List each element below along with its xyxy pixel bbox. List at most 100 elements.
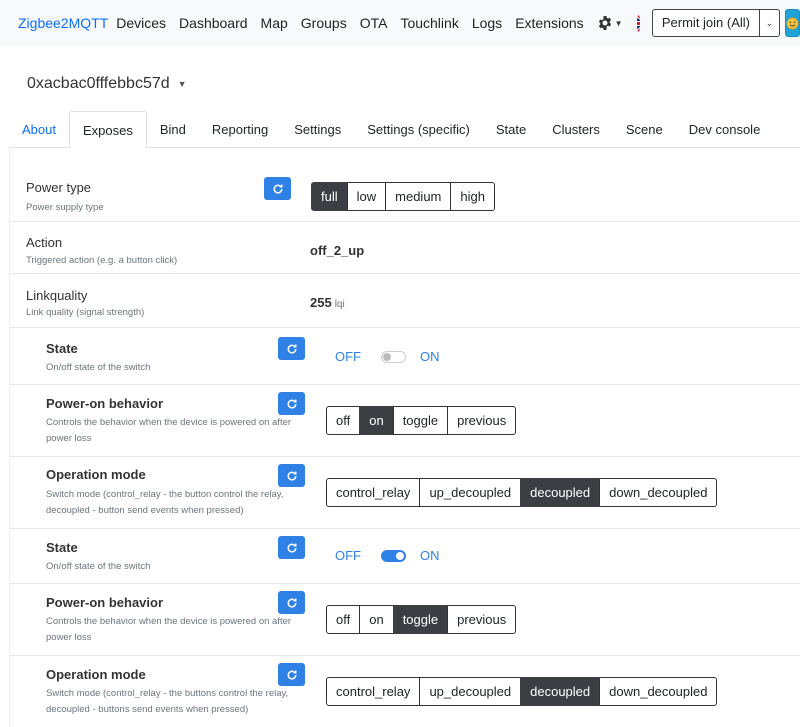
expose-description: Controls the behavior when the device is… [46,616,292,643]
switch-on-label[interactable]: ON [420,548,440,563]
expose-description: Controls the behavior when the device is… [46,417,292,444]
tab-about[interactable]: About [9,111,69,148]
option-previous[interactable]: previous [447,605,517,634]
expose-state-2: State On/off state of the switch OFF ON [10,529,800,584]
option-toggle[interactable]: toggle [392,605,449,634]
refresh-icon [273,184,283,194]
expose-description: On/off state of the switch [46,561,151,572]
option-up-decoupled[interactable]: up_decoupled [419,677,522,706]
refresh-icon [287,344,297,354]
action-value: off_2_up [310,243,365,258]
expose-power-on-1: Power-on behavior Controls the behavior … [10,385,800,457]
option-on[interactable]: on [359,605,394,634]
expose-label: Operation mode [46,467,146,482]
expose-linkquality: Linkquality Link quality (signal strengt… [10,274,800,328]
expose-description: Switch mode (control_relay - the button … [46,489,284,516]
expose-label: Operation mode [46,667,146,682]
expose-operation-1: Operation mode Switch mode (control_rela… [10,457,800,529]
option-off[interactable]: off [326,406,361,435]
device-title: 0xacbac0fffebbc57d [27,75,170,92]
nav-map[interactable]: Map [261,15,288,31]
option-medium[interactable]: medium [385,182,452,211]
switch-off-label[interactable]: OFF [335,548,361,563]
nav-touchlink[interactable]: Touchlink [400,15,458,31]
option-control-relay[interactable]: control_relay [326,478,421,507]
expose-label: Linkquality [26,288,88,303]
expose-power-type: Power type Power supply type full low me… [10,168,800,222]
permit-join-group: Permit join (All) ⌄ [651,9,780,37]
smile-button[interactable] [785,9,800,37]
refresh-button[interactable] [264,177,291,200]
tab-bind[interactable]: Bind [147,111,199,148]
option-control-relay[interactable]: control_relay [326,677,421,706]
expose-state-1: State On/off state of the switch OFF ON [10,328,800,385]
refresh-icon [287,598,297,608]
refresh-button[interactable] [278,392,305,415]
operation-mode-options-2: control_relay up_decoupled decoupled dow… [326,677,718,706]
expose-label: State [46,540,78,555]
option-on[interactable]: on [359,406,394,435]
nav-logs[interactable]: Logs [472,15,502,31]
option-toggle[interactable]: toggle [392,406,449,435]
expose-power-on-2: Power-on behavior Controls the behavior … [10,584,800,656]
option-low[interactable]: low [346,182,387,211]
expose-description: Switch mode (control_relay - the buttons… [46,688,289,715]
tab-reporting[interactable]: Reporting [199,111,281,148]
option-down-decoupled[interactable]: down_decoupled [599,478,718,507]
nav-extensions[interactable]: Extensions [515,15,583,31]
nav-dashboard[interactable]: Dashboard [179,15,248,31]
switch-on-label[interactable]: ON [420,349,440,364]
device-tabs: About Exposes Bind Reporting Settings Se… [9,111,800,148]
refresh-button[interactable] [278,591,305,614]
tab-state[interactable]: State [483,111,539,148]
refresh-button[interactable] [278,337,305,360]
nav-groups[interactable]: Groups [301,15,347,31]
tab-scene[interactable]: Scene [613,111,676,148]
option-decoupled[interactable]: decoupled [520,677,601,706]
settings-dropdown[interactable]: ▼ [597,15,623,31]
permit-join-button[interactable]: Permit join (All) [651,9,760,37]
uk-flag-icon[interactable] [636,14,640,32]
expose-description: Power supply type [26,202,104,213]
refresh-button[interactable] [278,464,305,487]
option-full[interactable]: full [311,182,348,211]
option-down-decoupled[interactable]: down_decoupled [599,677,718,706]
nav-devices[interactable]: Devices [116,15,166,31]
chevron-down-icon: ⌄ [765,17,774,28]
expose-label: Action [26,235,63,250]
refresh-button[interactable] [278,536,305,559]
option-up-decoupled[interactable]: up_decoupled [419,478,522,507]
switch-off-label[interactable]: OFF [335,349,361,364]
state-switch-2: OFF ON [335,548,440,563]
tab-settings-specific[interactable]: Settings (specific) [354,111,483,148]
linkquality-unit: lqi [334,299,345,310]
nav-ota[interactable]: OTA [360,15,388,31]
tab-clusters[interactable]: Clusters [539,111,613,148]
option-decoupled[interactable]: decoupled [520,478,601,507]
expose-description: On/off state of the switch [46,362,151,373]
permit-join-dropdown-toggle[interactable]: ⌄ [760,9,780,37]
tab-exposes[interactable]: Exposes [68,111,147,148]
option-off[interactable]: off [326,605,361,634]
expose-label: State [46,341,78,356]
state-toggle[interactable] [381,350,406,363]
refresh-icon [287,471,297,481]
expose-operation-2: Operation mode Switch mode (control_rela… [10,656,800,727]
power-on-options-1: off on toggle previous [326,406,517,435]
tab-settings[interactable]: Settings [281,111,354,148]
option-previous[interactable]: previous [447,406,517,435]
smile-icon [786,16,799,30]
chevron-down-icon: ▼ [177,79,187,89]
refresh-icon [287,670,297,680]
device-selector[interactable]: 0xacbac0fffebbc57d ▼ [27,75,187,93]
expose-label: Power-on behavior [46,396,164,411]
exposes-panel: Power type Power supply type full low me… [9,148,800,727]
gear-icon [598,16,611,30]
brand-link[interactable]: Zigbee2MQTT [18,15,108,31]
refresh-icon [287,399,297,409]
refresh-button[interactable] [278,663,305,686]
tab-dev-console[interactable]: Dev console [676,111,774,148]
option-high[interactable]: high [450,182,495,211]
power-on-options-2: off on toggle previous [326,605,517,634]
state-toggle[interactable] [381,549,406,562]
